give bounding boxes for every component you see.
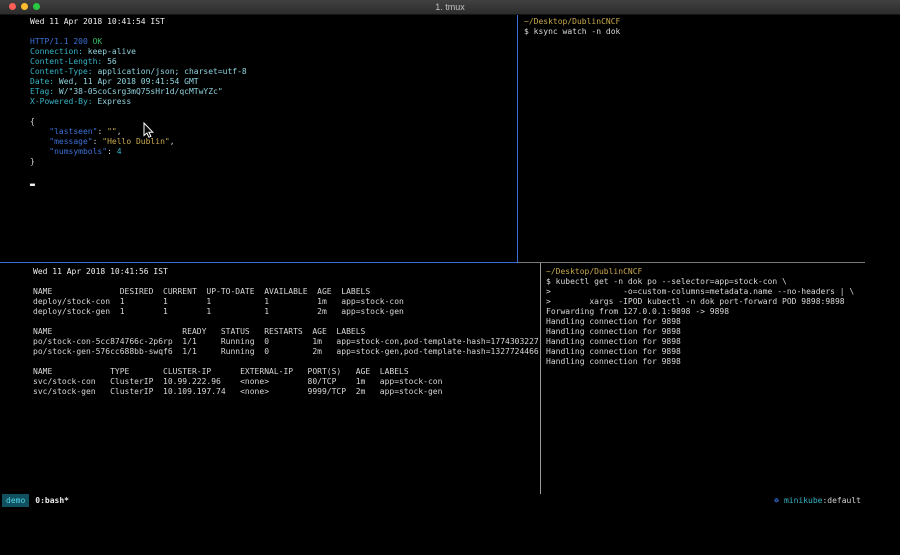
- terminal-line: svc/stock-con ClusterIP 10.99.222.96 <no…: [33, 377, 573, 387]
- terminal-line: HTTP/1.1 200 OK: [30, 37, 547, 47]
- terminal-line: [30, 107, 547, 117]
- terminal-line: ~/Desktop/DublinCNCF: [524, 17, 870, 27]
- terminal-line: ▂: [30, 177, 547, 187]
- kubernetes-icon: ☸: [774, 496, 779, 505]
- terminal-window: 1. tmux Wed 11 Apr 2018 10:41:54 IST HTT…: [0, 0, 900, 555]
- kube-context-label: minikube: [784, 496, 823, 505]
- terminal-line: > xargs -IPOD kubectl -n dok port-forwar…: [546, 297, 869, 307]
- terminal-line: }: [30, 157, 547, 167]
- terminal-line: X-Powered-By: Express: [30, 97, 547, 107]
- terminal-line: Handling connection for 9898: [546, 347, 869, 357]
- terminal-line: Date: Wed, 11 Apr 2018 09:41:54 GMT: [30, 77, 547, 87]
- terminal-line: > -o=custom-columns=metadata.name --no-h…: [546, 287, 869, 297]
- session-name-badge: demo: [2, 494, 29, 507]
- terminal-line: Connection: keep-alive: [30, 47, 547, 57]
- terminal-line: Handling connection for 9898: [546, 317, 869, 327]
- status-right: ☸ minikube:default: [774, 494, 865, 507]
- pane-http-response[interactable]: Wed 11 Apr 2018 10:41:54 IST HTTP/1.1 20…: [0, 15, 547, 264]
- pane-kubectl-resources[interactable]: Wed 11 Apr 2018 10:41:56 IST NAME DESIRE…: [0, 263, 573, 497]
- terminal-line: svc/stock-gen ClusterIP 10.109.197.74 <n…: [33, 387, 573, 397]
- terminal-line: deploy/stock-gen 1 1 1 1 2m app=stock-ge…: [33, 307, 573, 317]
- terminal-line: Wed 11 Apr 2018 10:41:56 IST: [33, 267, 573, 277]
- terminal-line: Handling connection for 9898: [546, 357, 869, 367]
- terminal-line: [33, 357, 573, 367]
- terminal-line: "message": "Hello Dublin",: [30, 137, 547, 147]
- pane-border-horizontal-right[interactable]: [518, 262, 865, 263]
- mouse-cursor: [143, 122, 154, 138]
- terminal-line: NAME TYPE CLUSTER-IP EXTERNAL-IP PORT(S)…: [33, 367, 573, 377]
- terminal-line: Forwarding from 127.0.0.1:9898 -> 9898: [546, 307, 869, 317]
- window-title: 1. tmux: [0, 0, 900, 14]
- terminal-line: Handling connection for 9898: [546, 327, 869, 337]
- window-titlebar[interactable]: 1. tmux: [0, 0, 900, 15]
- terminal-line: [30, 167, 547, 177]
- terminal-line: deploy/stock-con 1 1 1 1 1m app=stock-co…: [33, 297, 573, 307]
- terminal-line: [33, 317, 573, 327]
- pane-ksync-watch[interactable]: ~/Desktop/DublinCNCF$ ksync watch -n dok: [518, 15, 870, 264]
- window-tab-bash[interactable]: 0:bash*: [35, 494, 69, 507]
- terminal-line: ETag: W/"38-05coCsrg3mQ75sHr1d/qcMTwYZc": [30, 87, 547, 97]
- terminal-line: "numsymbols": 4: [30, 147, 547, 157]
- pane-border-vertical-top[interactable]: [517, 15, 518, 262]
- pane-border-vertical-bottom[interactable]: [540, 263, 541, 494]
- terminal-line: [33, 277, 573, 287]
- terminal-line: po/stock-con-5cc874766c-2p6rp 1/1 Runnin…: [33, 337, 573, 347]
- terminal-line: Handling connection for 9898: [546, 337, 869, 347]
- terminal-line: po/stock-gen-576cc688bb-swqf6 1/1 Runnin…: [33, 347, 573, 357]
- terminal-line: $ ksync watch -n dok: [524, 27, 870, 37]
- pane-port-forward[interactable]: ~/Desktop/DublinCNCF$ kubectl get -n dok…: [541, 263, 869, 497]
- terminal-line: Content-Length: 56: [30, 57, 547, 67]
- tmux-status-bar: demo 0:bash* ☸ minikube:default: [0, 494, 865, 507]
- terminal-line: Content-Type: application/json; charset=…: [30, 67, 547, 77]
- pane-border-horizontal-left[interactable]: [0, 262, 518, 263]
- terminal-line: NAME READY STATUS RESTARTS AGE LABELS: [33, 327, 573, 337]
- terminal-line: NAME DESIRED CURRENT UP-TO-DATE AVAILABL…: [33, 287, 573, 297]
- kube-namespace-label: :default: [822, 496, 861, 505]
- terminal-line: "lastseen": "",: [30, 127, 547, 137]
- terminal-line: [30, 27, 547, 37]
- terminal-line: {: [30, 117, 547, 127]
- terminal-line: Wed 11 Apr 2018 10:41:54 IST: [30, 17, 547, 27]
- terminal-line: $ kubectl get -n dok po --selector=app=s…: [546, 277, 869, 287]
- terminal-line: ~/Desktop/DublinCNCF: [546, 267, 869, 277]
